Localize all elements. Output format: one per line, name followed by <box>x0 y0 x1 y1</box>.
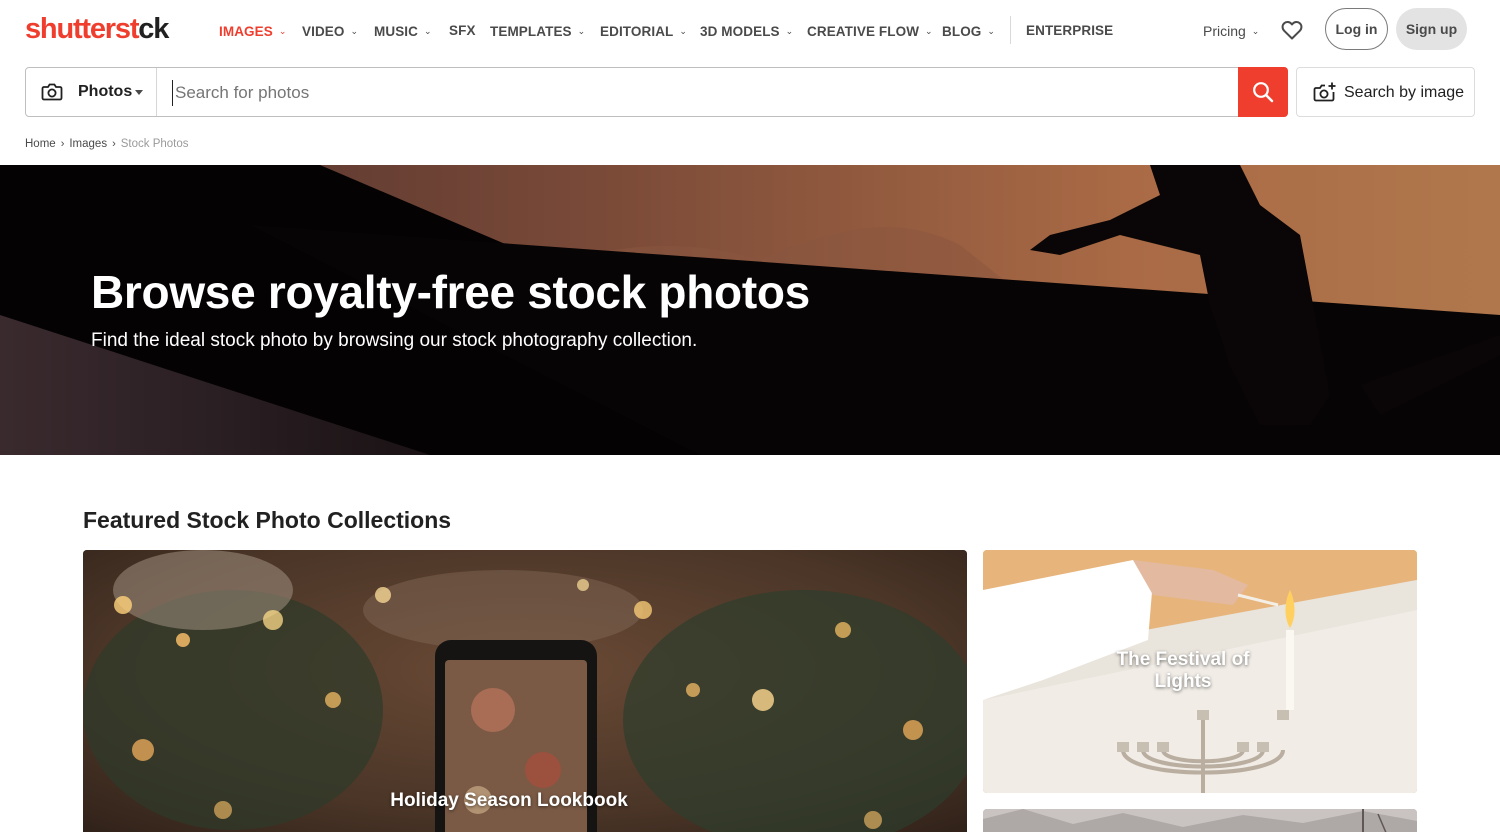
camera-plus-icon <box>1313 82 1336 102</box>
chevron-down-icon: ⌄ <box>350 26 359 36</box>
nav-sfx[interactable]: SFX <box>449 22 476 40</box>
breadcrumb-home[interactable]: Home <box>25 138 56 150</box>
nav-images[interactable]: IMAGES ⌄ <box>219 22 287 41</box>
login-button[interactable]: Log in <box>1325 8 1388 50</box>
search-icon <box>1253 82 1274 103</box>
hero-subtitle: Find the ideal stock photo by browsing o… <box>91 330 698 351</box>
nav-enterprise[interactable]: ENTERPRISE <box>1026 22 1113 40</box>
breadcrumb-current: Stock Photos <box>120 138 189 150</box>
featured-collections-heading: Featured Stock Photo Collections <box>83 507 452 533</box>
chevron-right-icon: › <box>112 138 116 150</box>
chevron-down-icon: ⌄ <box>785 26 794 36</box>
collection-card-holiday-season-lookbook[interactable]: Holiday Season Lookbook <box>83 550 967 832</box>
collection-card-label: The Festival of Lights <box>1116 649 1250 692</box>
nav-music[interactable]: MUSIC ⌄ <box>374 22 432 41</box>
heart-icon[interactable] <box>1280 18 1304 42</box>
caret-down-icon <box>135 90 143 95</box>
nav-blog[interactable]: BLOG ⌄ <box>942 22 995 41</box>
chevron-down-icon: ⌄ <box>577 26 586 36</box>
signup-button[interactable]: Sign up <box>1396 8 1467 50</box>
collection-card-festival-of-lights[interactable]: The Festival of Lights <box>983 550 1417 793</box>
chevron-down-icon: ⌄ <box>987 26 996 36</box>
chevron-down-icon: ⌄ <box>679 26 688 36</box>
camera-icon <box>41 83 63 101</box>
search-by-image-button[interactable]: Search by image <box>1296 67 1475 117</box>
nav-editorial[interactable]: EDITORIAL ⌄ <box>600 22 687 41</box>
chevron-down-icon: ⌄ <box>925 26 933 36</box>
nav-divider <box>1010 16 1011 44</box>
breadcrumb-images[interactable]: Images <box>69 138 107 150</box>
search-input[interactable] <box>172 80 1232 106</box>
breadcrumb: Home › Images › Stock Photos <box>25 137 189 151</box>
shutterstock-logo[interactable]: shutterstck <box>25 12 169 46</box>
collection-card-label: Holiday Season Lookbook <box>390 790 628 811</box>
search-type-label: Photos <box>78 83 133 100</box>
nav-creative-flow[interactable]: CREATIVE FLOW ⌄ <box>807 22 933 41</box>
top-navigation: shutterstck IMAGES ⌄ VIDEO ⌄ MUSIC ⌄ SFX TE… <box>0 0 1500 62</box>
collection-card[interactable] <box>983 809 1417 832</box>
search-by-image-label: Search by image <box>1344 84 1465 101</box>
pricing-menu[interactable]: Pricing ⌄ <box>1203 22 1259 40</box>
search-bar: Photos <box>25 67 1288 117</box>
chevron-down-icon: ⌄ <box>424 26 432 36</box>
nav-video[interactable]: VIDEO ⌄ <box>302 22 358 41</box>
nav-3d-models[interactable]: 3D MODELS ⌄ <box>700 22 793 41</box>
chevron-right-icon: › <box>60 138 65 150</box>
search-type-dropdown[interactable]: Photos <box>26 68 157 116</box>
search-submit-button[interactable] <box>1238 67 1288 117</box>
hero-banner: Browse royalty-free stock photos Find th… <box>0 165 1500 455</box>
chevron-down-icon: ⌄ <box>1251 26 1260 36</box>
collection-image <box>983 809 1417 832</box>
hero-title: Browse royalty-free stock photos <box>91 266 810 318</box>
nav-templates[interactable]: TEMPLATES ⌄ <box>490 22 585 41</box>
chevron-down-icon: ⌄ <box>278 26 287 36</box>
